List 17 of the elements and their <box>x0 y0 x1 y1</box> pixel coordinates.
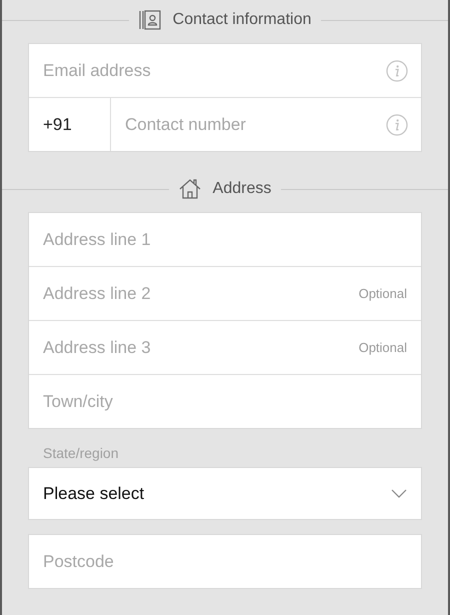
postcode-field[interactable]: Postcode <box>29 535 421 588</box>
info-icon[interactable] <box>386 60 408 82</box>
optional-hint: Optional <box>358 340 407 355</box>
section-title: Contact information <box>172 11 312 29</box>
country-code[interactable]: +91 <box>29 98 111 151</box>
info-icon[interactable] <box>386 114 408 136</box>
optional-hint: Optional <box>358 286 407 301</box>
input-field[interactable]: Town/city <box>29 375 421 428</box>
field-label: State/region <box>43 445 120 461</box>
input-field[interactable]: Address line 1 <box>29 213 421 266</box>
chevron-down-icon <box>391 489 407 498</box>
input-field[interactable]: Email address <box>29 44 421 97</box>
house-icon <box>178 179 201 199</box>
contact-card-icon <box>138 10 161 30</box>
input-field[interactable]: Contact number <box>111 98 421 151</box>
section-title: Address <box>212 180 272 198</box>
state-select[interactable]: Please select <box>28 467 422 520</box>
